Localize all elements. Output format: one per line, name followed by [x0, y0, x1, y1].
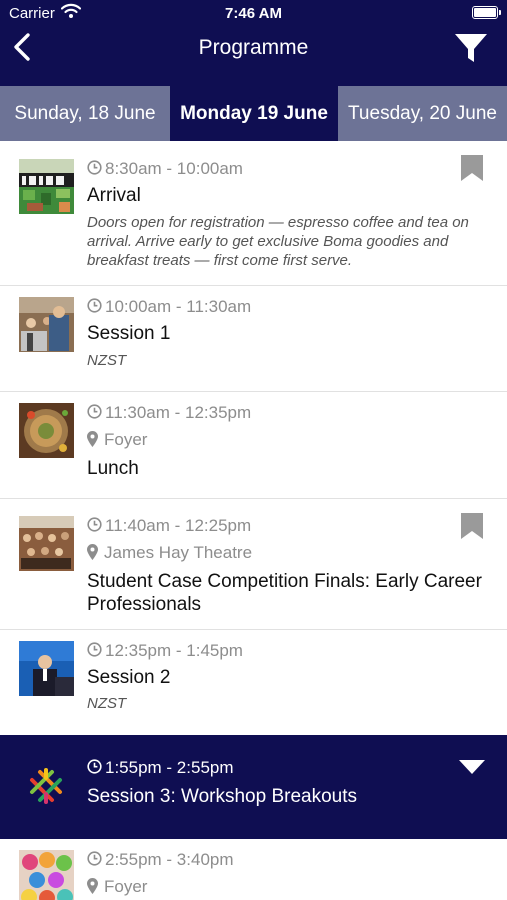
session-thumbnail	[19, 297, 74, 352]
battery-icon	[472, 6, 501, 19]
session-title: Student Case Competition Finals: Early C…	[87, 571, 482, 615]
session-time: 1:55pm - 2:55pm	[87, 758, 234, 778]
session-title: Session 1	[87, 323, 171, 344]
tab-tuesday[interactable]: Tuesday, 20 June	[338, 86, 507, 141]
session-title: Arrival	[87, 185, 141, 206]
session-time: 2:55pm - 3:40pm	[87, 850, 234, 870]
clock-icon	[87, 517, 102, 532]
location-pin-icon	[87, 431, 98, 447]
session-title: Session 2	[87, 667, 171, 688]
session-location: Foyer	[87, 430, 147, 450]
clock-icon	[87, 642, 102, 657]
session-group-workshop-breakouts[interactable]: 1:55pm - 2:55pm Session 3: Workshop Brea…	[0, 735, 507, 839]
tab-sunday[interactable]: Sunday, 18 June	[0, 86, 170, 141]
clock-icon	[87, 298, 102, 313]
session-title: Lunch	[87, 458, 139, 479]
session-description: Doors open for registration — espresso c…	[87, 214, 469, 269]
clock-icon	[87, 160, 102, 175]
session-item-lunch[interactable]: 11:30am - 12:35pm Foyer Lunch	[0, 392, 507, 499]
status-time: 7:46 AM	[225, 5, 282, 22]
clock-icon	[87, 404, 102, 419]
clock-icon	[87, 759, 102, 774]
session-thumbnail	[19, 516, 74, 571]
session-title: Session 3: Workshop Breakouts	[87, 786, 358, 807]
session-time: 8:30am - 10:00am	[87, 159, 243, 179]
session-timezone: NZST	[87, 352, 127, 369]
session-item-arrival[interactable]: 8:30am - 10:00am Arrival Doors open for …	[0, 141, 507, 286]
bookmark-icon[interactable]	[461, 155, 483, 181]
page-title: Programme	[198, 36, 309, 59]
bookmark-icon[interactable]	[461, 513, 483, 539]
session-thumbnail	[19, 641, 74, 696]
session-time: 10:00am - 11:30am	[87, 297, 251, 317]
location-pin-icon	[87, 544, 98, 560]
session-location: James Hay Theatre	[87, 543, 252, 563]
status-bar: Carrier 7:46 AM	[0, 0, 507, 28]
session-time: 11:30am - 12:35pm	[87, 403, 251, 423]
session-item-session-1[interactable]: 10:00am - 11:30am Session 1 NZST	[0, 286, 507, 392]
session-item-student-case-competition[interactable]: 11:40am - 12:25pm James Hay Theatre Stud…	[0, 499, 507, 630]
dropdown-arrow-icon[interactable]	[459, 760, 485, 776]
session-thumbnail	[19, 850, 74, 900]
session-item-afternoon-break[interactable]: 2:55pm - 3:40pm Foyer	[0, 839, 507, 900]
session-time: 12:35pm - 1:45pm	[87, 641, 243, 661]
day-tabs: Sunday, 18 June Monday 19 June Tuesday, …	[0, 86, 507, 141]
location-pin-icon	[87, 878, 98, 894]
top-navigation-bar: Carrier 7:46 AM Programme	[0, 0, 507, 86]
filter-icon[interactable]	[453, 30, 489, 66]
session-thumbnail	[19, 159, 74, 214]
session-location: Foyer	[87, 877, 147, 897]
clock-icon	[87, 851, 102, 866]
session-item-session-2[interactable]: 12:35pm - 1:45pm Session 2 NZST	[0, 630, 507, 735]
tab-monday[interactable]: Monday 19 June	[170, 86, 338, 141]
session-time: 11:40am - 12:25pm	[87, 516, 251, 536]
session-timezone: NZST	[87, 695, 127, 712]
session-thumbnail	[19, 403, 74, 458]
workshop-logo-icon	[30, 768, 62, 804]
